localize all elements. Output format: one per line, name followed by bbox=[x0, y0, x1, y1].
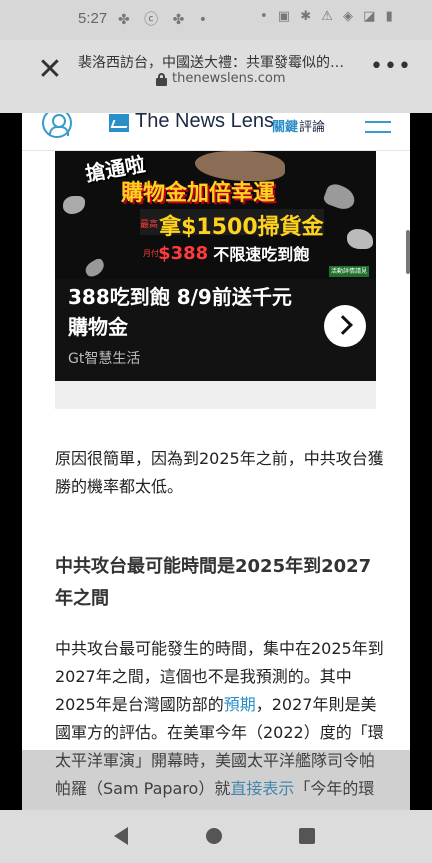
more-options-icon[interactable]: ••• bbox=[370, 54, 412, 79]
notification-icons: ✤ ⓒ ✤ • bbox=[118, 12, 213, 28]
scrollbar[interactable] bbox=[406, 230, 410, 274]
logo-icon[interactable] bbox=[109, 114, 129, 132]
system-status-icons: • ▣ ✱ ⚠ ◈ ◪ ▮ bbox=[260, 9, 396, 24]
status-bar: 5:27 ✤ ⓒ ✤ • • ▣ ✱ ⚠ ◈ ◪ ▮ bbox=[0, 0, 432, 40]
rock-decoration bbox=[63, 196, 85, 214]
back-icon[interactable] bbox=[114, 827, 128, 845]
ad-price: $388 bbox=[158, 242, 209, 264]
article-subheading: 中共攻台最可能時間是2025年到2027年之間 bbox=[55, 556, 372, 609]
ad-caption[interactable]: 388吃到飽 8/9前送千元購物金 bbox=[68, 282, 308, 342]
left-margin bbox=[0, 113, 22, 810]
right-margin bbox=[410, 113, 432, 810]
chevron-right-icon[interactable] bbox=[324, 305, 366, 347]
site-logo-accent: 關鍵 bbox=[272, 120, 299, 135]
ad-price-text: 不限速吃到飽 bbox=[213, 245, 310, 264]
ad-footer bbox=[55, 381, 376, 409]
ad-banner-image[interactable]: 搶通啦 購物金加倍幸運 最高 拿$1500掃貨金 月付 $388 不限速吃到飽 … bbox=[55, 151, 376, 279]
site-header: The News Lens 關鍵 評論 bbox=[22, 113, 410, 151]
ad-offer-line: 最高 拿$1500掃貨金 bbox=[140, 209, 324, 240]
custom-tab-toolbar: ✕ 裴洛西訪台，中國送大禮：共軍發霉似的… thenewslens.com ••… bbox=[0, 40, 432, 113]
rock-decoration bbox=[347, 229, 373, 249]
lock-icon[interactable] bbox=[156, 73, 167, 86]
system-nav-bar bbox=[0, 810, 432, 863]
ad-sponsor: Gt智慧生活 bbox=[68, 351, 141, 367]
ad-badge: 活動詳情請見 bbox=[329, 266, 369, 277]
ad-price-tag: 月付 bbox=[143, 248, 159, 258]
rock-decoration bbox=[322, 181, 358, 213]
user-icon[interactable] bbox=[42, 113, 72, 138]
bottom-fade-overlay bbox=[22, 750, 410, 810]
clock: 5:27 bbox=[78, 10, 108, 27]
hamburger-menu-icon[interactable] bbox=[365, 113, 391, 133]
recents-icon[interactable] bbox=[299, 828, 315, 844]
ad-headline: 購物金加倍幸運 bbox=[121, 181, 276, 206]
home-icon[interactable] bbox=[206, 828, 222, 844]
site-logo[interactable]: The News Lens bbox=[135, 113, 274, 133]
tab-domain: thenewslens.com bbox=[172, 71, 286, 86]
article-body: 原因很簡單，因為到2025年之前，中共攻台獲勝的機率都太低。 中共攻台最可能時間… bbox=[55, 445, 385, 798]
tab-title: 裴洛西訪台，中國送大禮：共軍發霉似的… bbox=[78, 55, 344, 71]
article-paragraph: 原因很簡單，因為到2025年之前，中共攻台獲勝的機率都太低。 bbox=[55, 449, 384, 496]
rock-decoration bbox=[82, 256, 108, 279]
ad-card[interactable]: 搶通啦 購物金加倍幸運 最高 拿$1500掃貨金 月付 $388 不限速吃到飽 … bbox=[55, 151, 376, 381]
close-icon[interactable]: ✕ bbox=[36, 55, 64, 85]
ad-price-line: 月付 $388 不限速吃到飽 bbox=[143, 241, 309, 265]
article-link[interactable]: 預期 bbox=[224, 695, 256, 714]
ad-offer-tag: 最高 bbox=[140, 220, 159, 230]
site-logo-sub: 評論 bbox=[299, 120, 326, 135]
ad-offer-amount: 拿$1500掃貨金 bbox=[159, 215, 324, 240]
web-page: The News Lens 關鍵 評論 搶通啦 購物金加倍幸運 最高 拿$150… bbox=[22, 113, 410, 810]
